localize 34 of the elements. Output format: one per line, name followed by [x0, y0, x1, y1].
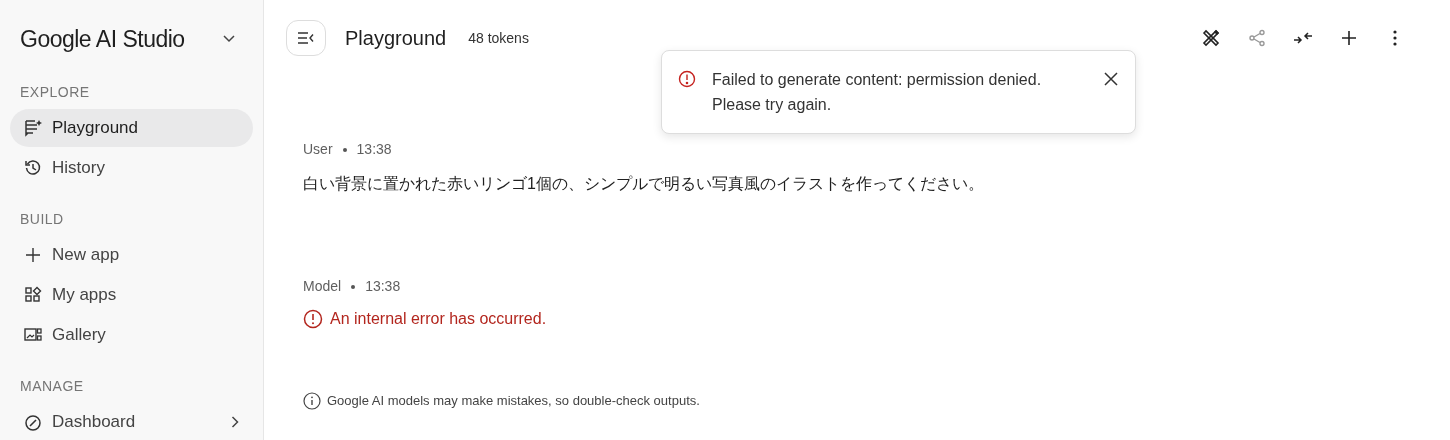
- collapse-sidebar-button[interactable]: [286, 20, 326, 56]
- message-text: 白い背景に置かれた赤いリンゴ1個の、シンプルで明るい写真風のイラストを作ってください。: [303, 174, 985, 194]
- error-text: An internal error has occurred.: [330, 309, 547, 329]
- plus-icon: [24, 245, 42, 264]
- page-title: Playground: [345, 26, 447, 51]
- message-time: 13:38: [356, 140, 392, 159]
- history-icon: [24, 158, 42, 177]
- disclaimer-text: Google AI models may make mistakes, so double-check outputs.: [327, 392, 700, 410]
- token-count: 48 tokens: [468, 28, 529, 48]
- gallery-icon: [24, 325, 42, 344]
- chat-sparkle-icon: [24, 118, 42, 137]
- section-heading: MANAGE: [19, 376, 85, 396]
- message-author: User: [303, 140, 333, 159]
- sidebar-item[interactable]: Gallery: [10, 315, 253, 354]
- sidebar-item[interactable]: New app: [10, 235, 253, 274]
- section-heading: EXPLORE: [19, 82, 91, 102]
- apps-grid-icon: [24, 285, 42, 304]
- error-icon: [303, 309, 323, 329]
- message-author: Model: [303, 277, 342, 296]
- error-message: Failed to generate content: permission denied. Please try again.: [712, 70, 1043, 115]
- info-icon: [303, 391, 321, 410]
- menu-collapse-icon: [297, 31, 315, 45]
- bullet-icon: [351, 284, 356, 289]
- sidebar-item[interactable]: My apps: [10, 275, 253, 314]
- sidebar-item[interactable]: History: [10, 148, 253, 187]
- section-heading: BUILD: [19, 209, 65, 229]
- message-time: 13:38: [365, 277, 401, 296]
- sidebar-item[interactable]: Dashboard: [10, 402, 253, 440]
- app-logo: Google AI Studio: [20, 25, 185, 54]
- bullet-icon: [342, 147, 347, 152]
- error-icon: [678, 70, 696, 88]
- chevron-down-icon: [223, 35, 235, 44]
- sidebar-item[interactable]: Playground: [10, 108, 253, 147]
- gauge-icon: [24, 412, 42, 431]
